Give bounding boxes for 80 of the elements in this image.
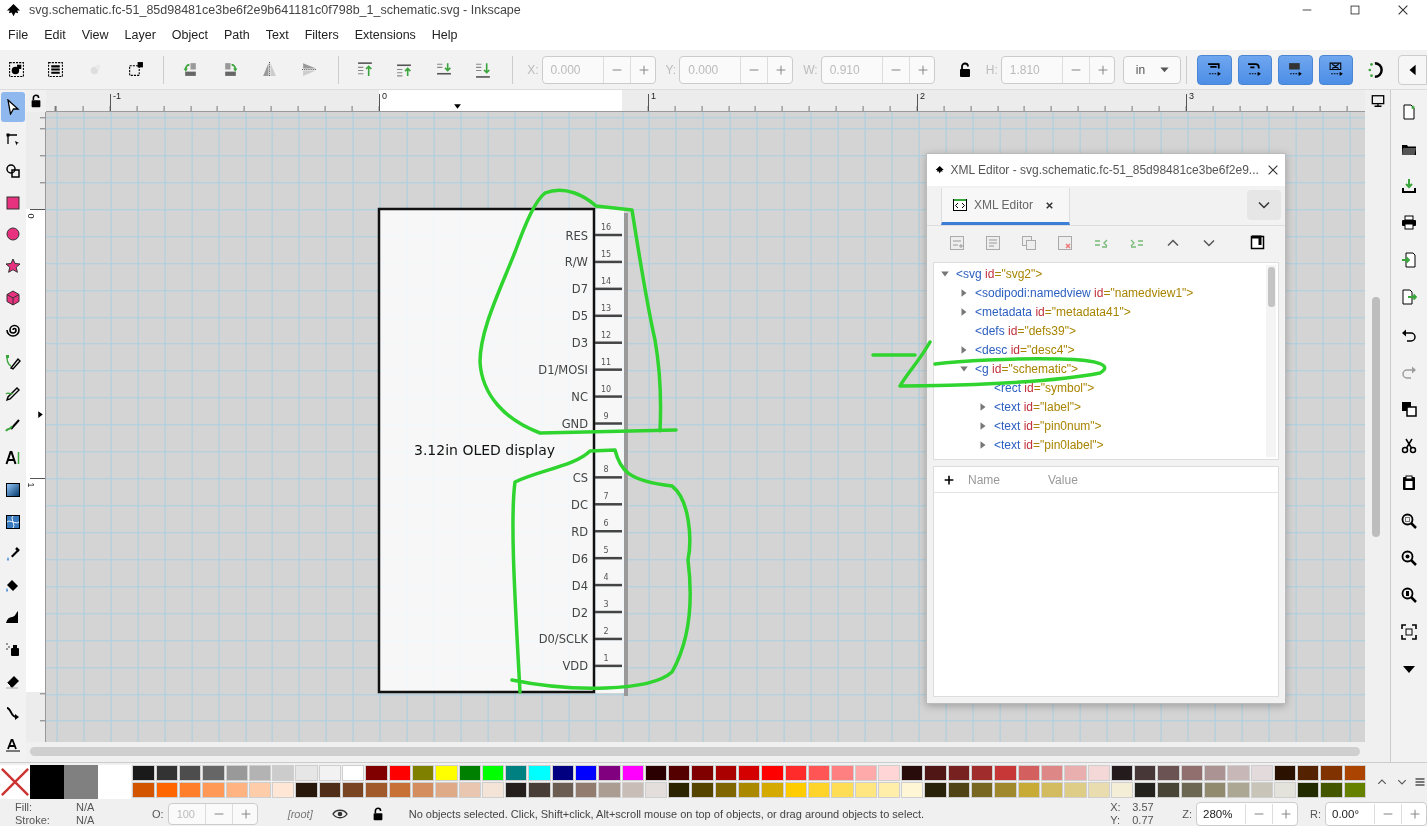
menu-item[interactable]: Layer bbox=[118, 26, 162, 44]
ruler-label: 0 bbox=[26, 213, 36, 219]
pin-label: RD bbox=[571, 524, 588, 539]
ruler-label: 0 bbox=[382, 91, 387, 101]
field-label: O: bbox=[152, 808, 164, 820]
xml-node[interactable]: <metadata id="metadata41"> bbox=[975, 304, 1131, 319]
pin-label: CS bbox=[572, 470, 588, 485]
ruler-label: 3 bbox=[1189, 91, 1194, 101]
coordinate-label: X: bbox=[1110, 801, 1122, 814]
style-value: N/A bbox=[76, 801, 95, 814]
xml-node[interactable]: <svg id="svg2"> bbox=[956, 266, 1043, 281]
status-message: No objects selected. Click, Shift+click, Alt+scroll mouse on top of objects, or drag around objects to select. bbox=[408, 808, 926, 820]
xml-node[interactable]: <text id="pin0label"> bbox=[994, 437, 1104, 452]
pin-number: 4 bbox=[603, 573, 609, 583]
pin-number: 6 bbox=[603, 519, 609, 529]
pin-number: 7 bbox=[603, 492, 609, 502]
pin-number: 2 bbox=[603, 626, 609, 636]
pin-label: DC bbox=[571, 497, 588, 512]
pin-label: GND bbox=[561, 417, 588, 431]
style-label: Fill: bbox=[15, 801, 34, 814]
pin-label: D6 bbox=[571, 551, 588, 566]
pin-number: 13 bbox=[600, 303, 612, 313]
ruler-label: 1 bbox=[651, 91, 656, 101]
menu-item[interactable]: Help bbox=[425, 26, 464, 44]
xml-node[interactable]: <g id="schematic"> bbox=[975, 361, 1078, 376]
style-label: Stroke: bbox=[15, 814, 51, 826]
coordinate-value: 3.57 bbox=[1132, 801, 1154, 814]
pin-number: 12 bbox=[600, 330, 612, 340]
pin-number: 8 bbox=[603, 465, 609, 475]
menu-item[interactable]: Edit bbox=[38, 26, 72, 44]
menu-item[interactable]: Text bbox=[259, 26, 295, 44]
pin-label: D1/MOSI bbox=[538, 363, 588, 378]
pin-label: D7 bbox=[571, 282, 588, 297]
window-title: XML Editor - svg.schematic.fc-51_85d98481ce3be6f2e9... bbox=[950, 163, 1259, 177]
field-label: Z: bbox=[1182, 808, 1192, 820]
xml-node[interactable]: <desc id="desc4"> bbox=[975, 342, 1075, 357]
pin-number: 1 bbox=[603, 653, 609, 663]
pin-label: D0/SCLK bbox=[538, 632, 588, 647]
pin-label: D4 bbox=[571, 578, 588, 593]
column-header: Value bbox=[1048, 472, 1079, 487]
window-title: svg.schematic.fc-51_85d98481ce3be6f2e9b641181c0f798b_1_schematic.svg - Inkscape bbox=[29, 3, 521, 17]
coordinate-value: 0.77 bbox=[1132, 814, 1154, 826]
column-header: Name bbox=[968, 472, 1001, 487]
component-label: 3.12in OLED display bbox=[414, 442, 555, 458]
field-label: R: bbox=[1310, 808, 1321, 820]
pin-number: 5 bbox=[603, 546, 609, 556]
xml-node[interactable]: <text id="label"> bbox=[994, 399, 1081, 414]
xml-node[interactable]: <rect id="symbol"> bbox=[994, 380, 1095, 395]
pin-label: RES bbox=[565, 228, 588, 243]
layer-selector[interactable]: [root] bbox=[287, 808, 313, 820]
menu-item[interactable]: Filters bbox=[298, 26, 345, 44]
pin-label: D3 bbox=[571, 336, 588, 351]
xml-node[interactable]: <text id="pin0num"> bbox=[994, 418, 1102, 433]
xml-node[interactable]: <sodipodi:namedview id="namedview1"> bbox=[975, 285, 1194, 300]
pin-number: 10 bbox=[600, 384, 612, 394]
menu-item[interactable]: Object bbox=[165, 26, 214, 44]
pin-number: 3 bbox=[603, 600, 609, 609]
unit-dropdown[interactable]: in bbox=[1122, 55, 1182, 84]
ruler-label: 1 bbox=[26, 482, 36, 488]
coordinate-label: Y: bbox=[1110, 814, 1121, 826]
xml-node[interactable]: <defs id="defs39"> bbox=[975, 323, 1076, 338]
menu-item[interactable]: View bbox=[75, 26, 115, 44]
dialog-tab[interactable]: XML Editor bbox=[941, 188, 1070, 225]
pin-label: NC bbox=[571, 390, 588, 405]
menu-item[interactable]: Path bbox=[218, 26, 256, 44]
pin-label: D2 bbox=[571, 605, 588, 620]
pin-label: R/W bbox=[564, 255, 588, 270]
pin-label: D5 bbox=[571, 309, 588, 324]
pin-number: 9 bbox=[603, 411, 609, 421]
pin-number: 11 bbox=[600, 357, 612, 367]
pin-number: 14 bbox=[600, 276, 612, 286]
style-value: N/A bbox=[76, 814, 95, 826]
pin-number: 15 bbox=[600, 249, 612, 259]
pin-number: 16 bbox=[600, 223, 612, 232]
menu-item[interactable]: File bbox=[2, 26, 35, 44]
ruler-label: -1 bbox=[113, 91, 121, 101]
ruler-label: 2 bbox=[920, 91, 925, 101]
menu-item[interactable]: Extensions bbox=[348, 26, 422, 44]
pin-label: VDD bbox=[562, 659, 588, 674]
tab-label: XML Editor bbox=[974, 198, 1033, 212]
